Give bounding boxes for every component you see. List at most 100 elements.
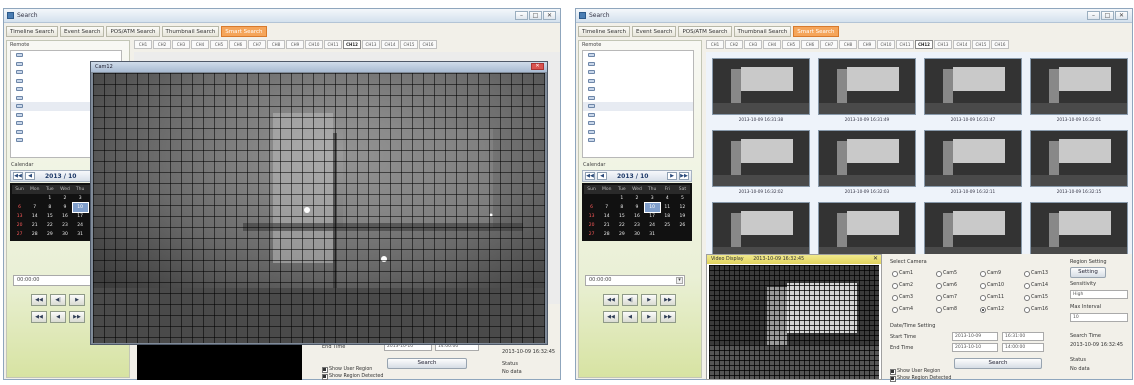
thumbnail-item[interactable]: 2013-10-09 16:32:15 [1030,130,1128,200]
thumbnail-image[interactable] [1030,130,1128,187]
fast-forward-button[interactable]: ▶▶ [660,294,676,306]
calendar-day[interactable]: 19 [675,212,690,221]
rewind-button[interactable]: ◀◀ [31,294,47,306]
cam-tab[interactable]: CH10 [305,40,323,49]
calendar-day[interactable]: 24 [645,221,660,230]
calendar-day[interactable]: 28 [599,230,614,239]
calendar-day[interactable]: 14 [599,212,614,221]
cam-tab[interactable]: CH1 [706,40,724,49]
camera-radio-cam2[interactable]: Cam2 [892,283,913,289]
cam-tab[interactable]: CH7 [248,40,266,49]
next-year-button[interactable]: ▶▶ [679,172,689,180]
calendar-day[interactable]: 31 [645,230,660,239]
cam-tab[interactable]: CH9 [286,40,304,49]
thumbnail-image[interactable] [712,202,810,254]
calendar-day[interactable]: 9 [629,203,644,212]
calendar-day[interactable]: 3 [645,194,660,203]
calendar-day[interactable]: 14 [27,212,42,221]
calendar-day[interactable]: 1 [614,194,629,203]
thumbnail-image[interactable] [818,130,916,187]
cam-tab[interactable]: CH5 [782,40,800,49]
time-spin-button[interactable]: ▾ [676,277,683,284]
forward-button[interactable]: ▶ [641,311,657,323]
minimize-button[interactable]: – [515,11,528,20]
cam-tab-active[interactable]: CH12 [343,40,361,49]
camera-radio-cam7[interactable]: Cam7 [936,295,957,301]
calendar-day[interactable] [27,194,42,203]
cam-tab[interactable]: CH1 [134,40,152,49]
calendar-day[interactable]: 13 [584,212,599,221]
camera-radio-cam4[interactable]: Cam4 [892,307,913,313]
cam-tab[interactable]: CH4 [191,40,209,49]
end-time-input[interactable]: 14:00:00 [1002,343,1044,352]
sensitivity-select[interactable]: High [1070,290,1128,299]
cam-tab[interactable]: CH13 [362,40,380,49]
cam-tab-active[interactable]: CH12 [915,40,933,49]
camera-radio-cam6[interactable]: Cam6 [936,283,957,289]
thumbnail-image[interactable] [924,202,1022,254]
fast-rewind-button[interactable]: ◀◀ [31,311,47,323]
end-date-input[interactable]: 2013-10-10 [952,343,998,352]
show-region-detected-checkbox[interactable]: Show Region Detected [322,374,383,380]
thumbnail-image[interactable] [924,130,1022,187]
cam-tab[interactable]: CH6 [801,40,819,49]
step-back-button[interactable]: ◀| [50,294,66,306]
camera-radio-cam5[interactable]: Cam5 [936,271,957,277]
calendar-day[interactable]: 20 [584,221,599,230]
camera-radio-cam14[interactable]: Cam14 [1024,283,1048,289]
show-user-region-checkbox[interactable]: Show User Region [890,369,940,375]
maximize-button[interactable]: □ [1101,11,1114,20]
skip-forward-button[interactable]: ▶▶ [660,311,676,323]
calendar-day[interactable]: 16 [629,212,644,221]
calendar-day[interactable]: 9 [57,203,72,212]
thumbnail-item[interactable]: 2013-10-09 16:31:49 [818,58,916,128]
cam-tab[interactable]: CH3 [744,40,762,49]
tab-thumbnail-search[interactable]: Thumbnail Search [733,26,792,37]
maximize-button[interactable]: □ [529,11,542,20]
thumbnail-item[interactable] [1030,202,1128,254]
cam-tab[interactable]: CH2 [725,40,743,49]
cam-tab[interactable]: CH14 [381,40,399,49]
view-window-close-button[interactable]: ✕ [531,63,544,70]
cam-tab[interactable]: CH13 [934,40,952,49]
calendar-day[interactable] [12,194,27,203]
calendar-day[interactable]: 2 [629,194,644,203]
tree-camera-item[interactable] [583,51,693,60]
calendar-day[interactable]: 8 [42,203,57,212]
tab-smart-search[interactable]: Smart Search [221,26,267,37]
tab-event-search[interactable]: Event Search [60,26,105,37]
camera-radio-cam10[interactable]: Cam10 [980,283,1004,289]
camera-radio-cam15[interactable]: Cam15 [1024,295,1048,301]
calendar-day[interactable]: 23 [629,221,644,230]
play-button[interactable]: ▶ [69,294,85,306]
thumbnail-image[interactable] [712,58,810,115]
calendar-day[interactable]: 22 [42,221,57,230]
calendar-day[interactable]: 31 [73,230,88,239]
cam-tab[interactable]: CH7 [820,40,838,49]
calendar-day[interactable]: 4 [660,194,675,203]
calendar-day[interactable]: 2 [57,194,72,203]
thumbnail-item[interactable] [924,202,1022,254]
calendar-day[interactable]: 13 [12,212,27,221]
camera-view-window[interactable]: Cam12 ✕ [90,61,548,345]
thumbnail-item[interactable]: 2013-10-09 16:32:03 [818,130,916,200]
tree-camera-item[interactable] [583,111,693,120]
tree-camera-item[interactable] [583,128,693,137]
calendar-day[interactable]: 7 [599,203,614,212]
tree-camera-item[interactable] [583,60,693,69]
cam-tab[interactable]: CH15 [972,40,990,49]
tab-timeline-search[interactable]: Timeline Search [578,26,631,37]
back-button[interactable]: ◀ [622,311,638,323]
calendar-day[interactable]: 15 [614,212,629,221]
calendar-day[interactable]: 16 [57,212,72,221]
tree-camera-item[interactable] [583,85,693,94]
step-back-button[interactable]: ◀| [622,294,638,306]
cam-tab[interactable]: CH2 [153,40,171,49]
calendar-day[interactable]: 30 [57,230,72,239]
tree-camera-item[interactable] [583,68,693,77]
prev-year-button[interactable]: ◀◀ [585,172,595,180]
fast-rewind-button[interactable]: ◀◀ [603,311,619,323]
calendar-day[interactable]: 24 [73,221,88,230]
cam-tab[interactable]: CH6 [229,40,247,49]
thumbnail-item[interactable]: 2013-10-09 16:31:47 [924,58,1022,128]
